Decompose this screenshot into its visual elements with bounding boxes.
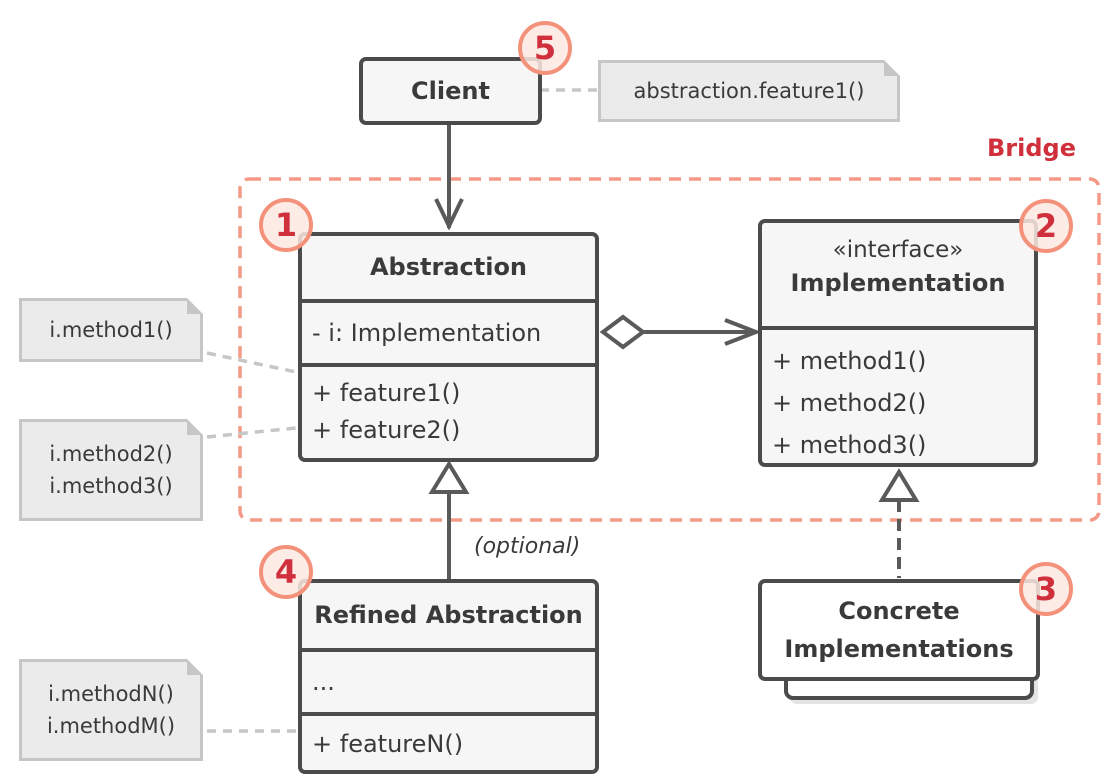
- note-method1-connector: [206, 351, 297, 374]
- concrete-name-line: Implementations: [784, 635, 1014, 663]
- refined-abstraction-class[interactable]: Refined Abstraction ... + featureN(): [298, 579, 599, 774]
- note-method2-method3: i.method2() i.method3(): [19, 419, 203, 521]
- implementation-class-name: Implementation: [790, 269, 1006, 297]
- refined-methods: + featureN(): [302, 712, 595, 763]
- abstraction-class-name: Abstraction: [369, 253, 528, 281]
- note-line: i.method2(): [49, 442, 173, 466]
- implementation-methods: + method1() + method2() + method3(): [762, 326, 1034, 463]
- abstraction-fields: - i: Implementation: [302, 299, 595, 363]
- badge-3: 3: [1019, 562, 1073, 616]
- field-item: ...: [312, 668, 335, 696]
- field-item: - i: Implementation: [312, 319, 542, 347]
- abstraction-header: Abstraction: [302, 236, 595, 299]
- bridge-group-label: Bridge: [987, 134, 1076, 162]
- client-class[interactable]: Client: [359, 57, 542, 125]
- badge-1: 1: [259, 198, 313, 252]
- inheritance-optional-label: (optional): [474, 534, 581, 559]
- note-line: i.method1(): [49, 318, 173, 342]
- refined-class-name: Refined Abstraction: [314, 601, 583, 629]
- abstraction-class[interactable]: Abstraction - i: Implementation + featur…: [298, 232, 599, 462]
- implementation-header: «interface» Implementation: [762, 223, 1034, 326]
- note-method1: i.method1(): [19, 298, 203, 362]
- badge-4: 4: [259, 545, 313, 599]
- concrete-implementations-class[interactable]: Concrete Implementations: [758, 579, 1040, 681]
- method-item: + method3(): [772, 431, 927, 459]
- badge-2: 2: [1019, 199, 1073, 253]
- method-item: + method2(): [772, 389, 927, 417]
- refined-fields: ...: [302, 648, 595, 712]
- note-method23-connector: [206, 426, 297, 439]
- concrete-name-line: Concrete: [838, 597, 960, 625]
- note-line: i.method3(): [49, 474, 173, 498]
- refined-header: Refined Abstraction: [302, 583, 595, 648]
- implementation-interface[interactable]: «interface» Implementation + method1() +…: [758, 219, 1038, 467]
- method-item: + feature1(): [312, 379, 461, 407]
- badge-5: 5: [518, 21, 572, 75]
- note-line: i.methodM(): [46, 714, 176, 738]
- note-methodN-methodM: i.methodN() i.methodM(): [19, 659, 203, 761]
- interface-stereotype: «interface»: [832, 237, 964, 263]
- method-item: + featureN(): [312, 730, 464, 758]
- aggregation-diamond: [599, 314, 647, 350]
- method-item: + feature2(): [312, 416, 461, 444]
- abstraction-methods: + feature1() + feature2(): [302, 363, 595, 449]
- inheritance-arrowhead: [428, 460, 470, 494]
- method-item: + method1(): [772, 347, 927, 375]
- note-line: i.methodN(): [48, 682, 174, 706]
- client-class-name: Client: [411, 77, 490, 105]
- client-note: abstraction.feature1(): [598, 60, 900, 122]
- note-line: abstraction.feature1(): [633, 79, 865, 103]
- realization-arrowhead: [878, 468, 920, 502]
